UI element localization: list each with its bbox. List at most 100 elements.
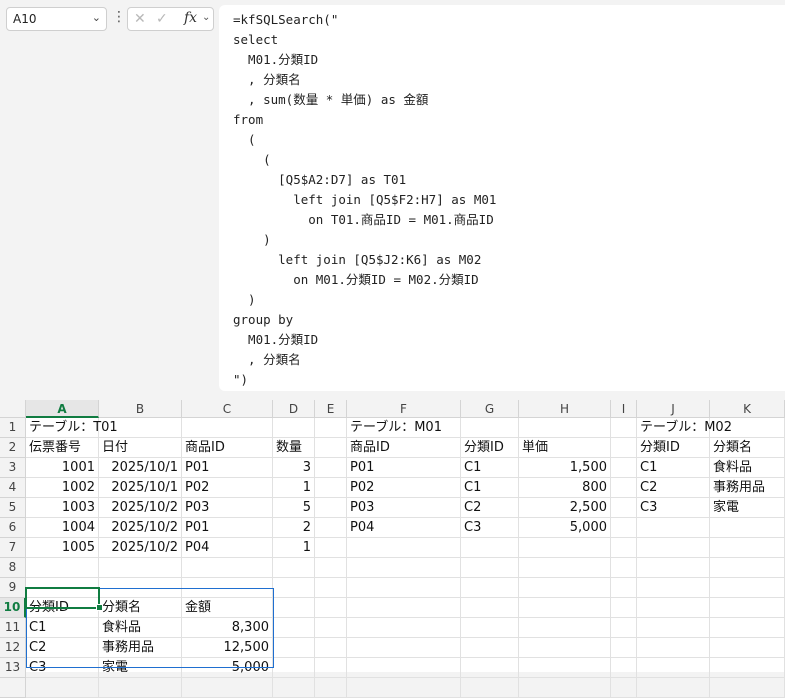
cell-b1[interactable] [99, 418, 182, 438]
select-all-corner[interactable] [0, 400, 26, 418]
cell-j11[interactable] [637, 618, 710, 638]
cell-k12[interactable] [710, 638, 785, 658]
chevron-down-icon[interactable]: ⌄ [92, 11, 101, 24]
cell-j7[interactable] [637, 538, 710, 558]
cell-k10[interactable] [710, 598, 785, 618]
cell-i4[interactable] [611, 478, 637, 498]
cell-a4[interactable]: 1002 [26, 478, 99, 498]
cell-g10[interactable] [461, 598, 519, 618]
cell-h1[interactable] [519, 418, 611, 438]
cell-j6[interactable] [637, 518, 710, 538]
cell-a10[interactable]: 分類ID [26, 598, 99, 618]
cell-e8[interactable] [315, 558, 347, 578]
row-header-2[interactable]: 2 [0, 438, 26, 458]
cancel-icon[interactable]: ✕ [134, 11, 146, 27]
column-header-k[interactable]: K [710, 400, 785, 418]
cell-a13[interactable]: C3 [26, 658, 99, 678]
cell-d10[interactable] [273, 598, 315, 618]
cell-i5[interactable] [611, 498, 637, 518]
cell-g7[interactable] [461, 538, 519, 558]
cell-e6[interactable] [315, 518, 347, 538]
cell-f10[interactable] [347, 598, 461, 618]
row-header-1[interactable]: 1 [0, 418, 26, 438]
column-header-a[interactable]: A [26, 400, 99, 418]
cell-k9[interactable] [710, 578, 785, 598]
row-header-10[interactable]: 10 [0, 598, 26, 618]
cell-b2[interactable]: 日付 [99, 438, 182, 458]
cell-c3[interactable]: P01 [182, 458, 273, 478]
row-header-14[interactable] [0, 678, 26, 698]
cell-g9[interactable] [461, 578, 519, 598]
cell-e9[interactable] [315, 578, 347, 598]
row-header-6[interactable]: 6 [0, 518, 26, 538]
cell-k2[interactable]: 分類名 [710, 438, 785, 458]
cell-h14[interactable] [519, 678, 611, 698]
cell-c14[interactable] [182, 678, 273, 698]
fill-handle[interactable] [96, 604, 103, 611]
cell-b10[interactable]: 分類名 [99, 598, 182, 618]
cell-c5[interactable]: P03 [182, 498, 273, 518]
cell-e14[interactable] [315, 678, 347, 698]
cell-f1[interactable]: テーブル：M01 [347, 418, 461, 438]
cell-c1[interactable] [182, 418, 273, 438]
column-header-i[interactable]: I [611, 400, 637, 418]
cell-i8[interactable] [611, 558, 637, 578]
cell-e5[interactable] [315, 498, 347, 518]
cell-d12[interactable] [273, 638, 315, 658]
column-header-c[interactable]: C [182, 400, 273, 418]
expand-formula-bar-icon[interactable]: ⌄ [202, 12, 210, 23]
cell-h4[interactable]: 800 [519, 478, 611, 498]
cell-j5[interactable]: C3 [637, 498, 710, 518]
cell-g1[interactable] [461, 418, 519, 438]
cell-a2[interactable]: 伝票番号 [26, 438, 99, 458]
cell-c6[interactable]: P01 [182, 518, 273, 538]
cell-a11[interactable]: C1 [26, 618, 99, 638]
cell-a1[interactable]: テーブル：T01 [26, 418, 118, 438]
cell-b3[interactable]: 2025/10/1 [99, 458, 182, 478]
cell-k4[interactable]: 事務用品 [710, 478, 785, 498]
cell-f6[interactable]: P04 [347, 518, 461, 538]
cell-e13[interactable] [315, 658, 347, 678]
row-header-8[interactable]: 8 [0, 558, 26, 578]
more-options-icon[interactable]: ⋮ [112, 9, 126, 25]
cell-g6[interactable]: C3 [461, 518, 519, 538]
cell-f7[interactable] [347, 538, 461, 558]
cell-d11[interactable] [273, 618, 315, 638]
cell-g13[interactable] [461, 658, 519, 678]
cell-b14[interactable] [99, 678, 182, 698]
cell-j13[interactable] [637, 658, 710, 678]
cell-d9[interactable] [273, 578, 315, 598]
cell-f8[interactable] [347, 558, 461, 578]
column-header-f[interactable]: F [347, 400, 461, 418]
cell-k8[interactable] [710, 558, 785, 578]
cell-a5[interactable]: 1003 [26, 498, 99, 518]
cell-f12[interactable] [347, 638, 461, 658]
cell-g12[interactable] [461, 638, 519, 658]
cell-k7[interactable] [710, 538, 785, 558]
cell-b13[interactable]: 家電 [99, 658, 182, 678]
row-header-5[interactable]: 5 [0, 498, 26, 518]
cell-e4[interactable] [315, 478, 347, 498]
cell-i14[interactable] [611, 678, 637, 698]
cell-f2[interactable]: 商品ID [347, 438, 461, 458]
cell-c7[interactable]: P04 [182, 538, 273, 558]
row-header-4[interactable]: 4 [0, 478, 26, 498]
cell-d13[interactable] [273, 658, 315, 678]
cell-i12[interactable] [611, 638, 637, 658]
cell-k1[interactable] [710, 418, 785, 438]
column-header-j[interactable]: J [637, 400, 710, 418]
column-header-b[interactable]: B [99, 400, 182, 418]
cell-c11[interactable]: 8,300 [182, 618, 273, 638]
cell-e11[interactable] [315, 618, 347, 638]
cell-i2[interactable] [611, 438, 637, 458]
cell-a9[interactable] [26, 578, 99, 598]
cell-k6[interactable] [710, 518, 785, 538]
cell-b8[interactable] [99, 558, 182, 578]
cell-k5[interactable]: 家電 [710, 498, 785, 518]
cell-i11[interactable] [611, 618, 637, 638]
cell-h2[interactable]: 単価 [519, 438, 611, 458]
cell-h9[interactable] [519, 578, 611, 598]
cell-h11[interactable] [519, 618, 611, 638]
cell-c2[interactable]: 商品ID [182, 438, 273, 458]
cell-i7[interactable] [611, 538, 637, 558]
